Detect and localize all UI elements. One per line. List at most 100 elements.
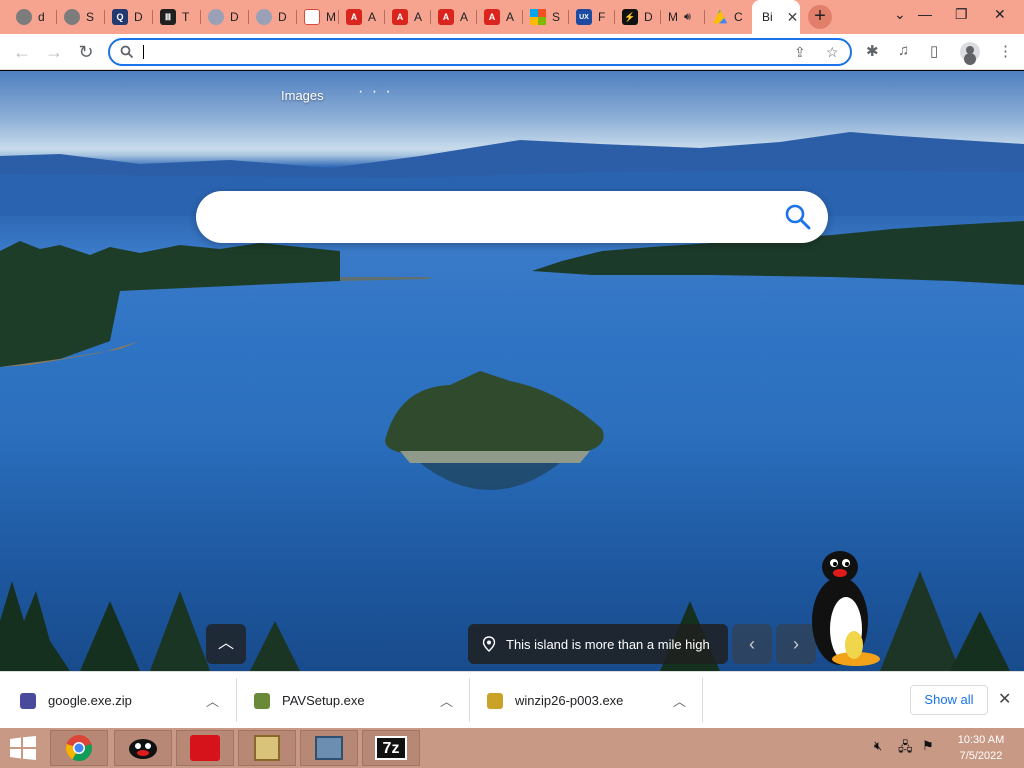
ux-icon: UX — [576, 9, 592, 25]
clock-time: 10:30 AM — [957, 734, 1005, 746]
tab-7[interactable]: M — [296, 4, 338, 30]
reload-button[interactable]: ↻ — [74, 40, 98, 64]
bolt-icon: ⚡ — [622, 9, 638, 25]
tab-16[interactable]: C — [704, 4, 750, 30]
close-window-button[interactable]: ✕ — [994, 6, 1006, 23]
show-all-button[interactable]: Show all — [910, 685, 988, 715]
tab-label: D — [644, 10, 653, 24]
tab-10[interactable]: AA — [430, 4, 476, 30]
download-filename: PAVSetup.exe — [282, 693, 365, 708]
more-options-icon[interactable]: · · · — [358, 83, 393, 101]
drive-icon — [712, 9, 728, 24]
chevron-up-icon[interactable]: ︿ — [440, 691, 453, 710]
speaker-icon: 🔊︎ — [684, 10, 691, 23]
share-icon[interactable]: ⇪ — [794, 44, 806, 61]
chevron-up-icon[interactable]: ︿ — [206, 691, 219, 710]
heart-logo-icon — [190, 735, 220, 761]
images-link[interactable]: Images — [281, 88, 324, 103]
tab-label: A — [506, 10, 515, 24]
restore-button[interactable]: ❐ — [955, 6, 968, 23]
tab-12[interactable]: S — [522, 4, 568, 30]
tab-3[interactable]: QD — [104, 4, 152, 30]
tab-6[interactable]: D — [248, 4, 296, 30]
sevenzip-icon: 7z — [375, 736, 407, 760]
extensions-icon[interactable]: ✱ — [866, 42, 879, 60]
divider — [469, 678, 470, 722]
tab-label: Bi — [762, 10, 773, 24]
taskbar-walls[interactable] — [176, 730, 234, 766]
clock-date: 7/5/2022 — [959, 750, 1003, 762]
adobe-icon: A — [392, 9, 408, 25]
tab-search-dropdown-icon[interactable]: ⌄ — [894, 6, 906, 23]
downloads-bar: google.exe.zip ︿ PAVSetup.exe ︿ winzip26… — [0, 671, 1024, 728]
adobe-icon: A — [438, 9, 454, 25]
search-icon[interactable] — [782, 201, 814, 233]
download-item[interactable]: winzip26-p003.exe ︿ — [487, 672, 699, 729]
penguin-app-icon — [129, 739, 157, 759]
taskbar-7zip[interactable]: 7z — [362, 730, 420, 766]
tab-5[interactable]: D — [200, 4, 248, 30]
caption-text: This island is more than a mile high — [506, 636, 710, 652]
download-filename: google.exe.zip — [48, 693, 132, 708]
tab-15[interactable]: M 🔊︎ — [660, 4, 704, 30]
winzip-icon — [254, 735, 280, 761]
download-filename: winzip26-p003.exe — [515, 693, 624, 708]
url-input[interactable] — [142, 43, 782, 61]
q-icon: Q — [112, 9, 128, 25]
tab-label: A — [414, 10, 423, 24]
browser-toolbar: ← → ↻ ⇪ ☆ ✱ ♫ ▯ ⋮ — [0, 34, 1024, 70]
download-item[interactable]: google.exe.zip ︿ — [20, 672, 232, 729]
scroll-up-button[interactable]: ︿ — [206, 624, 246, 664]
adobe-icon: A — [346, 9, 362, 25]
tab-13[interactable]: UX F — [568, 4, 614, 30]
chrome-menu-icon[interactable]: ⋮ — [998, 42, 1013, 60]
tab-label: D — [134, 10, 143, 24]
previous-image-button[interactable]: ‹ — [732, 624, 772, 664]
globe-icon — [16, 9, 32, 25]
taskbar-network-app[interactable] — [300, 730, 358, 766]
forward-button[interactable]: → — [42, 40, 66, 64]
taskbar-winzip[interactable] — [238, 730, 296, 766]
tab-4[interactable]: ⅢT — [152, 4, 200, 30]
windows-start-icon[interactable] — [8, 736, 38, 760]
taskbar-chrome[interactable] — [50, 730, 108, 766]
network-icon[interactable]: 🖧︎ — [898, 738, 913, 760]
back-button[interactable]: ← — [10, 40, 34, 64]
taskbar-pingu[interactable] — [114, 730, 172, 766]
bing-homepage: Images · · · ︿ This island is more than … — [0, 71, 1024, 671]
tab-label: F — [598, 10, 606, 24]
new-tab-button[interactable]: + — [808, 5, 832, 29]
profile-avatar[interactable] — [960, 42, 980, 62]
bank-icon: Ⅲ — [160, 9, 176, 25]
tab-strip: d S QD ⅢT D D M AA AA AA AA S UX F ⚡ D M 🔊︎… — [0, 0, 1024, 34]
adobe-icon: A — [484, 9, 500, 25]
discord-icon — [256, 9, 272, 25]
bookmark-star-icon[interactable]: ☆ — [826, 44, 839, 61]
installer-file-icon — [254, 692, 270, 709]
download-item[interactable]: PAVSetup.exe ︿ — [254, 672, 466, 729]
search-input[interactable] — [218, 205, 758, 229]
bing-search-box[interactable] — [196, 191, 828, 243]
tab-11[interactable]: AA — [476, 4, 522, 30]
image-caption[interactable]: This island is more than a mile high — [468, 624, 728, 664]
winzip-file-icon — [487, 692, 503, 709]
address-bar[interactable]: ⇪ ☆ — [108, 38, 852, 66]
action-center-icon[interactable]: ⚑ — [922, 738, 934, 754]
chevron-up-icon[interactable]: ︿ — [673, 691, 686, 710]
tab-9[interactable]: AA — [384, 4, 430, 30]
tab-1[interactable]: d — [8, 4, 56, 30]
minimize-button[interactable]: — — [918, 6, 932, 22]
side-panel-icon[interactable]: ▯ — [930, 42, 938, 60]
tab-label: S — [86, 10, 95, 24]
volume-muted-icon[interactable]: 🔇︎ — [874, 738, 882, 754]
system-clock[interactable]: 10:30 AM 7/5/2022 — [950, 732, 1012, 764]
tab-2[interactable]: S — [56, 4, 104, 30]
media-control-icon[interactable]: ♫ — [898, 42, 909, 59]
tab-8[interactable]: AA — [338, 4, 384, 30]
tab-14[interactable]: ⚡ D — [614, 4, 660, 30]
tab-active-bing[interactable]: Bi ✕ — [752, 0, 800, 34]
island-image — [385, 371, 604, 490]
text-cursor — [143, 45, 144, 59]
close-downloads-icon[interactable]: ✕ — [998, 689, 1011, 709]
close-tab-icon[interactable]: ✕ — [787, 9, 799, 26]
